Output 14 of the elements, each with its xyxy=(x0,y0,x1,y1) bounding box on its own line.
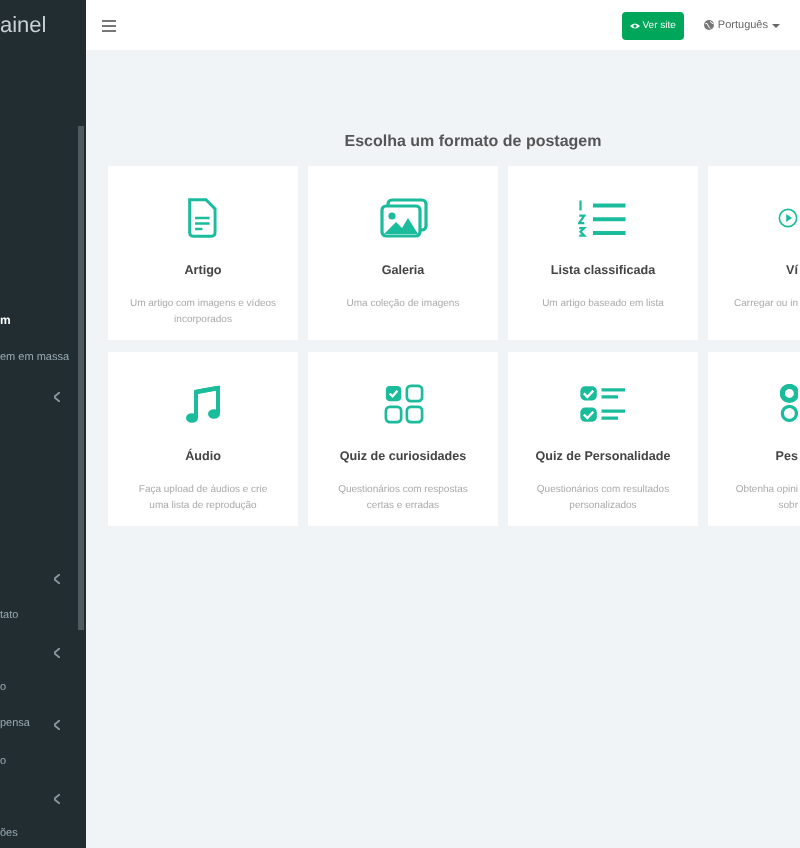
checkbox-grid-icon xyxy=(383,384,423,424)
radio-buttons-icon xyxy=(779,384,798,424)
eye-icon xyxy=(630,21,641,29)
page-heading: Escolha um formato de postagem xyxy=(342,132,604,150)
menu-icon[interactable] xyxy=(102,19,116,31)
document-icon xyxy=(186,198,220,238)
scrollbar[interactable] xyxy=(78,126,84,630)
globe-icon xyxy=(703,20,714,30)
brand-title: ainel xyxy=(0,12,49,42)
caret-down-icon xyxy=(772,23,780,27)
music-note-icon xyxy=(183,384,223,424)
checklist-icon xyxy=(578,384,628,424)
images-icon xyxy=(379,198,427,238)
numbered-list-icon xyxy=(578,198,628,238)
